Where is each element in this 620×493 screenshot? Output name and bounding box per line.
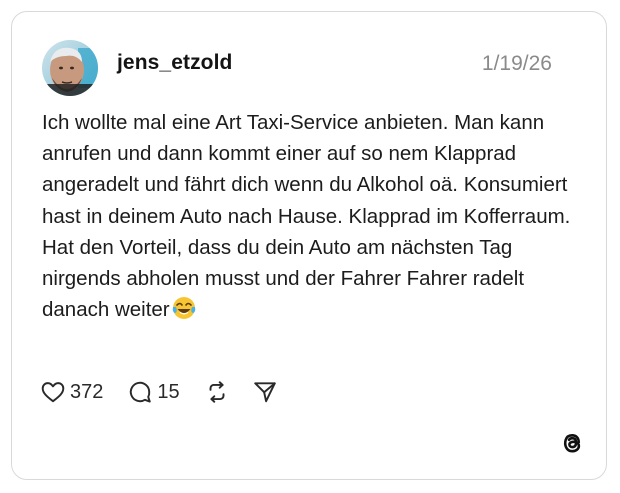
comment-bubble-icon: [130, 381, 152, 403]
like-button[interactable]: 372: [40, 379, 103, 405]
heart-icon: [41, 382, 65, 403]
threads-logo[interactable]: [558, 429, 586, 457]
face-with-tears-of-joy-emoji: [172, 297, 195, 320]
post-body: Ich wollte mal eine Art Taxi-Service anb…: [42, 107, 582, 325]
post-actions: 372 15: [40, 377, 278, 407]
author-username[interactable]: jens_etzold: [117, 51, 232, 75]
avatar-photo: [42, 40, 98, 96]
repost-icon: [209, 381, 225, 403]
send-icon: [253, 382, 276, 403]
post-date: 1/19/26: [481, 52, 552, 75]
author-avatar[interactable]: [42, 40, 98, 96]
post-card: jens_etzold 1/19/26 Ich wollte mal eine …: [11, 11, 607, 480]
reply-button[interactable]: 15: [127, 379, 180, 405]
reply-count: 15: [157, 380, 180, 403]
share-button[interactable]: [252, 379, 278, 405]
post-text: Ich wollte mal eine Art Taxi-Service anb…: [42, 111, 571, 322]
repost-button[interactable]: [204, 379, 230, 405]
like-count: 372: [70, 380, 104, 403]
